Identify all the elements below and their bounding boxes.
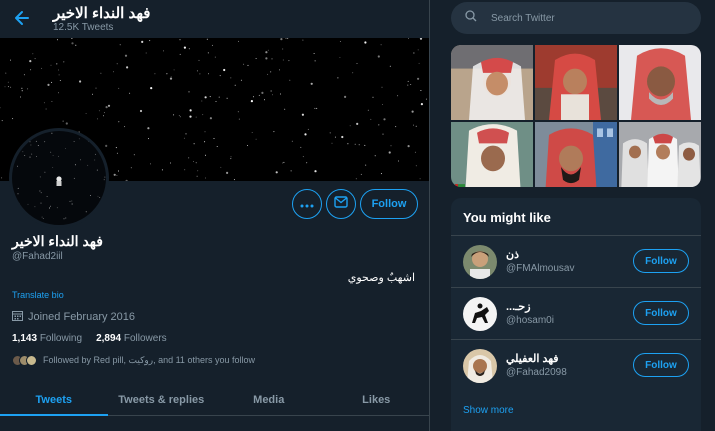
search-icon xyxy=(465,9,477,27)
profile-avatar[interactable] xyxy=(9,128,109,228)
tab-likes[interactable]: Likes xyxy=(323,384,430,415)
suggestion-name: فهد العفيلي xyxy=(506,353,559,365)
following-label: Following xyxy=(39,333,83,344)
followers-label: Followers xyxy=(123,333,167,344)
followers-count: 2,894 xyxy=(96,333,122,344)
who-to-follow-panel: You might like ذن @FMAlmousav Follow زحـ… xyxy=(451,198,701,431)
sidebar: You might like ذن @FMAlmousav Follow زحـ… xyxy=(431,0,715,431)
profile-media-grid xyxy=(451,45,701,187)
profile-column: فهد النداء الاخير 12.5K Tweets Follow فه… xyxy=(0,0,430,431)
following-count: 1,143 xyxy=(12,333,38,344)
suggestion-avatar xyxy=(463,245,497,279)
show-more-link[interactable]: Show more xyxy=(463,405,514,416)
media-thumbnail[interactable] xyxy=(619,45,701,120)
following-link[interactable]: 1,143 Following xyxy=(12,333,82,344)
joined-text: Joined February 2016 xyxy=(28,311,136,323)
media-thumbnail[interactable] xyxy=(451,45,533,120)
suggestion-name: زحـ... xyxy=(506,301,531,313)
followed-by[interactable]: Followed by Red pill, روكيت, and 11 othe… xyxy=(12,355,255,366)
suggestion-avatar xyxy=(463,349,497,383)
profile-header: فهد النداء الاخير 12.5K Tweets xyxy=(0,0,429,38)
calendar-icon xyxy=(12,310,23,324)
profile-tabs: Tweets Tweets & replies Media Likes xyxy=(0,384,430,416)
suggestion-item[interactable]: فهد العفيلي @Fahad2098 Follow xyxy=(451,339,701,391)
media-thumbnail[interactable] xyxy=(535,45,617,120)
tweet-count: 12.5K Tweets xyxy=(53,22,114,33)
user-handle: @Fahad2iil xyxy=(12,251,63,262)
more-icon xyxy=(300,195,314,213)
media-thumbnail[interactable] xyxy=(451,122,533,187)
more-options-button[interactable] xyxy=(292,189,322,219)
suggestion-handle: @FMAlmousav xyxy=(506,263,575,274)
media-thumbnail[interactable] xyxy=(535,122,617,187)
suggestion-handle: @hosam0i xyxy=(506,315,554,326)
bio-text: اشهبٌ وصحوي xyxy=(347,272,415,284)
envelope-icon xyxy=(334,195,348,213)
back-arrow-icon[interactable] xyxy=(12,8,32,28)
message-button[interactable] xyxy=(326,189,356,219)
suggestion-avatar xyxy=(463,297,497,331)
tab-tweets[interactable]: Tweets xyxy=(0,384,108,416)
suggestion-follow-button[interactable]: Follow xyxy=(633,249,689,273)
followed-by-text: Followed by Red pill, روكيت, and 11 othe… xyxy=(43,355,255,365)
follow-button[interactable]: Follow xyxy=(360,189,418,219)
follow-stats: 1,143 Following 2,894 Followers xyxy=(12,333,167,344)
suggestion-name: ذن xyxy=(506,249,519,261)
suggestion-item[interactable]: ذن @FMAlmousav Follow xyxy=(451,235,701,287)
suggestion-follow-button[interactable]: Follow xyxy=(633,353,689,377)
display-name: فهد النداء الاخير xyxy=(12,233,103,249)
followers-you-know-avatars xyxy=(12,355,37,366)
suggestion-handle: @Fahad2098 xyxy=(506,367,567,378)
suggestion-follow-button[interactable]: Follow xyxy=(633,301,689,325)
followers-link[interactable]: 2,894 Followers xyxy=(96,333,167,344)
you-might-like-heading: You might like xyxy=(463,210,551,225)
suggestion-item[interactable]: زحـ... @hosam0i Follow xyxy=(451,287,701,339)
tab-media[interactable]: Media xyxy=(215,384,323,415)
joined-date: Joined February 2016 xyxy=(12,310,135,324)
media-thumbnail[interactable] xyxy=(619,122,701,187)
header-title: فهد النداء الاخير xyxy=(53,5,151,22)
tab-tweets-replies[interactable]: Tweets & replies xyxy=(108,384,216,415)
translate-bio-link[interactable]: Translate bio xyxy=(12,290,64,300)
search-input[interactable] xyxy=(491,12,671,24)
search-box[interactable] xyxy=(451,2,701,34)
